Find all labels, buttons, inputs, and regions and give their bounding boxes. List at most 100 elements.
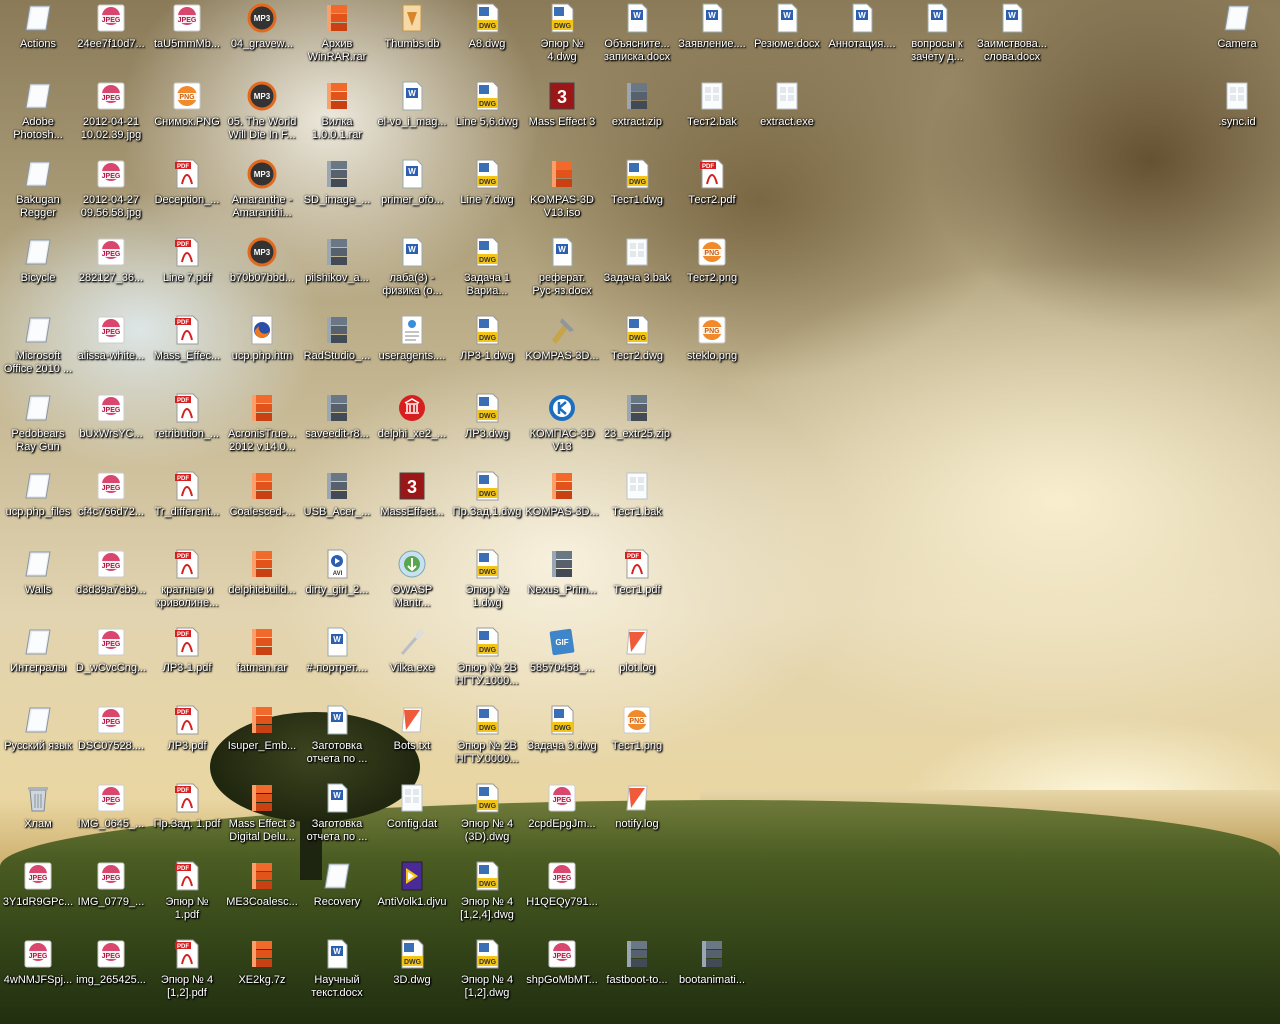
desktop-icon-bicycle[interactable]: Bicycle	[0, 234, 76, 310]
desktop-icon-saveedit-r8[interactable]: saveedit-r8...	[299, 390, 375, 466]
desktop-icon-pedobears-ray-gun[interactable]: Pedobears Ray Gun	[0, 390, 76, 466]
desktop-icon-dsc07528[interactable]: JPEG DSC07528....	[73, 702, 149, 778]
desktop-icon-заготовка-отчета-по[interactable]: W Заготовка отчета по ...	[299, 702, 375, 778]
desktop-icon-walls[interactable]: Walls	[0, 546, 76, 622]
desktop-icon-mass-effect-3[interactable]: 3 Mass Effect 3	[524, 78, 600, 154]
desktop-icon-2012-04-27-09-56-58-jpg[interactable]: JPEG 2012-04-27 09.56.58.jpg	[73, 156, 149, 232]
desktop-icon-лр3-1-pdf[interactable]: PDF ЛР3-1.pdf	[149, 624, 225, 700]
desktop-icon-nexus-prim[interactable]: Nexus_Prim...	[524, 546, 600, 622]
desktop-icon-buxwrsyc[interactable]: JPEG bUxWrsYC...	[73, 390, 149, 466]
desktop-icon-282127-36[interactable]: JPEG 282127_36...	[73, 234, 149, 310]
desktop-icon-tau5mmmb[interactable]: JPEG taU5mmMb...	[149, 0, 225, 76]
desktop-icon-alissa-white[interactable]: JPEG alissa-white...	[73, 312, 149, 388]
desktop-icon-объясните-записка-docx[interactable]: W Объясните... записка.docx	[599, 0, 675, 76]
desktop-icon-thumbs-db[interactable]: Thumbs.db	[374, 0, 450, 76]
desktop-icon-dirty-girl-2[interactable]: AVI dirty_girl_2...	[299, 546, 375, 622]
desktop-icon-тест2-bak[interactable]: Тест2.bak	[674, 78, 750, 154]
desktop-icon-acronistrue-2012-v-14-0[interactable]: AcronisTrue... 2012 v.14.0...	[224, 390, 300, 466]
desktop-icon-kompas-3d-v13-iso[interactable]: KOMPAS-3D V13.iso	[524, 156, 600, 232]
desktop-icon-тест1-dwg[interactable]: DWG Тест1.dwg	[599, 156, 675, 232]
desktop-icon-primer-ofo[interactable]: Wprimer_ofo...	[374, 156, 450, 232]
desktop-icon-ucp-php-files[interactable]: ucp.php_files	[0, 468, 76, 544]
desktop-icon-kompas-3d[interactable]: KOMPAS-3D...	[524, 468, 600, 544]
desktop-icon-bootanimati[interactable]: bootanimati...	[674, 936, 750, 1012]
desktop-icon-deception[interactable]: PDF Deception_...	[149, 156, 225, 232]
desktop-icon-config-dat[interactable]: Config.dat	[374, 780, 450, 856]
desktop-icon-4wnmjfspj[interactable]: JPEG 4wNMJFSpj...	[0, 936, 76, 1012]
desktop-icon-radstudio[interactable]: RadStudio_...	[299, 312, 375, 388]
desktop-icon-задача-3-dwg[interactable]: DWG Задача 3.dwg	[524, 702, 600, 778]
desktop-icon-тест1-pdf[interactable]: PDF Тест1.pdf	[599, 546, 675, 622]
desktop-icon-заготовка-отчета-по[interactable]: W Заготовка отчета по ...	[299, 780, 375, 856]
desktop-icon-camera[interactable]: Camera	[1199, 0, 1275, 76]
desktop-icon-лр3-dwg[interactable]: DWG ЛР3.dwg	[449, 390, 525, 466]
desktop-icon-fatman-rar[interactable]: fatman.rar	[224, 624, 300, 700]
desktop-icon-реферат-рус-яз-docx[interactable]: Wреферат. Рус-яз.docx	[524, 234, 600, 310]
desktop-icon-notify-log[interactable]: notify.log	[599, 780, 675, 856]
desktop-icon-аннотация[interactable]: W Аннотация....	[824, 0, 900, 76]
desktop-icon-лр3-pdf[interactable]: PDF ЛР3.pdf	[149, 702, 225, 778]
desktop-icon-эпюр-2b-нгту-0000[interactable]: DWG Эпюр № 2B НГТУ.0000...	[449, 702, 525, 778]
desktop-icon-резюме-docx[interactable]: W Резюме.docx	[749, 0, 825, 76]
desktop-icon-xe2kg-7z[interactable]: XE2kg.7z	[224, 936, 300, 1012]
desktop-icon-эпюр-4-dwg[interactable]: DWG Эпюр № 4.dwg	[524, 0, 600, 76]
desktop-icon-img-0645[interactable]: JPEG IMG_0645_...	[73, 780, 149, 856]
desktop-icon-line-7-pdf[interactable]: PDF Line 7.pdf	[149, 234, 225, 310]
desktop-icon-лаба-3-физика-о[interactable]: Wлаба(3) - физика (о...	[374, 234, 450, 310]
desktop-icon-cf4c766d72[interactable]: JPEG cf4c766d72...	[73, 468, 149, 544]
desktop-icon-58570458[interactable]: GIF 58570458_...	[524, 624, 600, 700]
desktop-icon-компас-3d-v13[interactable]: КОМПАС-3D V13	[524, 390, 600, 466]
desktop-icon-эпюр-4-3d-dwg[interactable]: DWG Эпюр № 4 (3D).dwg	[449, 780, 525, 856]
desktop-icon-эпюр-2b-нгту-1000[interactable]: DWG Эпюр № 2B НГТУ.1000...	[449, 624, 525, 700]
desktop-icon-заимствова-слова-docx[interactable]: W Заимствова... слова.docx	[974, 0, 1050, 76]
desktop-icon-kompas-3d[interactable]: KOMPAS-3D...	[524, 312, 600, 388]
desktop-icon-2012-04-21-10-02-39-jpg[interactable]: JPEG 2012-04-21 10.02.39.jpg	[73, 78, 149, 154]
desktop-icon-actions[interactable]: Actions	[0, 0, 76, 76]
desktop-icon-тест2-png[interactable]: PNG Тест2.png	[674, 234, 750, 310]
desktop-icon-23-extr25-zip[interactable]: 23_extr25.zip	[599, 390, 675, 466]
desktop-icon-задача-1-вариа[interactable]: DWG Задача 1 Вариа...	[449, 234, 525, 310]
desktop-icon-steklo-png[interactable]: PNG steklo.png	[674, 312, 750, 388]
desktop-icon-masseffect[interactable]: 3 MassEffect...	[374, 468, 450, 544]
desktop-icon-интегралы[interactable]: Интегралы	[0, 624, 76, 700]
desktop-icon-пр-зад-1-pdf[interactable]: PDF Пр.Зад. 1.pdf	[149, 780, 225, 856]
desktop-icon-img-265425[interactable]: JPEG img_265425...	[73, 936, 149, 1012]
desktop-icon-el-vo-i-mag[interactable]: Wel-vo_i_mag...	[374, 78, 450, 154]
desktop-icon-a8-dwg[interactable]: DWG A8.dwg	[449, 0, 525, 76]
desktop-icon-antivolk1-djvu[interactable]: AntiVolk1.djvu	[374, 858, 450, 934]
desktop-icon-кратные-и-криволине[interactable]: PDF кратные и криволине...	[149, 546, 225, 622]
desktop-icon-эпюр-4-1-2-pdf[interactable]: PDF Эпюр № 4 [1,2].pdf	[149, 936, 225, 1012]
desktop-icon-хлам[interactable]: Хлам	[0, 780, 76, 856]
desktop-icon-3d-dwg[interactable]: DWG 3D.dwg	[374, 936, 450, 1012]
desktop-icon-retribution[interactable]: PDF retribution_...	[149, 390, 225, 466]
desktop-icon-me3coalesc[interactable]: ME3Coalesc...	[224, 858, 300, 934]
desktop-icon-ucp-php-htm[interactable]: ucp.php.htm	[224, 312, 300, 388]
desktop-icon-3y1dr9gpc[interactable]: JPEG 3Y1dR9GPc...	[0, 858, 76, 934]
desktop-icon-delphi-xe2[interactable]: delphi_xe2_...	[374, 390, 450, 466]
desktop-icon-04-gravew[interactable]: MP3 04_gravew...	[224, 0, 300, 76]
desktop-icon-line-7-dwg[interactable]: DWG Line 7.dwg	[449, 156, 525, 232]
desktop-icon-эпюр-4-1-2-dwg[interactable]: DWG Эпюр № 4 [1,2].dwg	[449, 936, 525, 1012]
desktop-icon-delphicbuild[interactable]: delphicbuild...	[224, 546, 300, 622]
desktop-icon-заявление[interactable]: W Заявление....	[674, 0, 750, 76]
desktop-icon-extract-zip[interactable]: extract.zip	[599, 78, 675, 154]
desktop-icon-портрет[interactable]: W #-портрет....	[299, 624, 375, 700]
desktop-icon-isuper-emb[interactable]: Isuper_Emb...	[224, 702, 300, 778]
desktop-icon-sd-image[interactable]: SD_image_...	[299, 156, 375, 232]
desktop-icon-tr-different[interactable]: PDF Tr_different...	[149, 468, 225, 544]
desktop-icon-vilka-exe[interactable]: Vilka.exe	[374, 624, 450, 700]
desktop-icon-bakugan-regger[interactable]: Bakugan Regger	[0, 156, 76, 232]
desktop-icon-line-5-6-dwg[interactable]: DWG Line 5,6.dwg	[449, 78, 525, 154]
desktop-icon-d-wcvccng[interactable]: JPEG D_wCvcCng...	[73, 624, 149, 700]
desktop-icon-эпюр-1-pdf[interactable]: PDF Эпюр № 1.pdf	[149, 858, 225, 934]
desktop-icon-вопросы-к-зачету-д[interactable]: Wвопросы к зачету д...	[899, 0, 975, 76]
desktop-icon-mass-effec[interactable]: PDF Mass_Effec...	[149, 312, 225, 388]
desktop-icon-fastboot-to[interactable]: fastboot-to...	[599, 936, 675, 1012]
desktop-icon-usb-acer[interactable]: USB_Acer_...	[299, 468, 375, 544]
desktop-icon-пр-зад-1-dwg[interactable]: DWG Пр.Зад.1.dwg	[449, 468, 525, 544]
desktop-icon-coalesced[interactable]: Coalesced-...	[224, 468, 300, 544]
desktop-icon-научный-текст-docx[interactable]: W Научный текст.docx	[299, 936, 375, 1012]
desktop-icon-тест1-png[interactable]: PNG Тест1.png	[599, 702, 675, 778]
desktop-icon-тест1-bak[interactable]: Тест1.bak	[599, 468, 675, 544]
desktop-icon-вилка-1-0-0-1-rar[interactable]: Вилка 1.0.0.1.rar	[299, 78, 375, 154]
